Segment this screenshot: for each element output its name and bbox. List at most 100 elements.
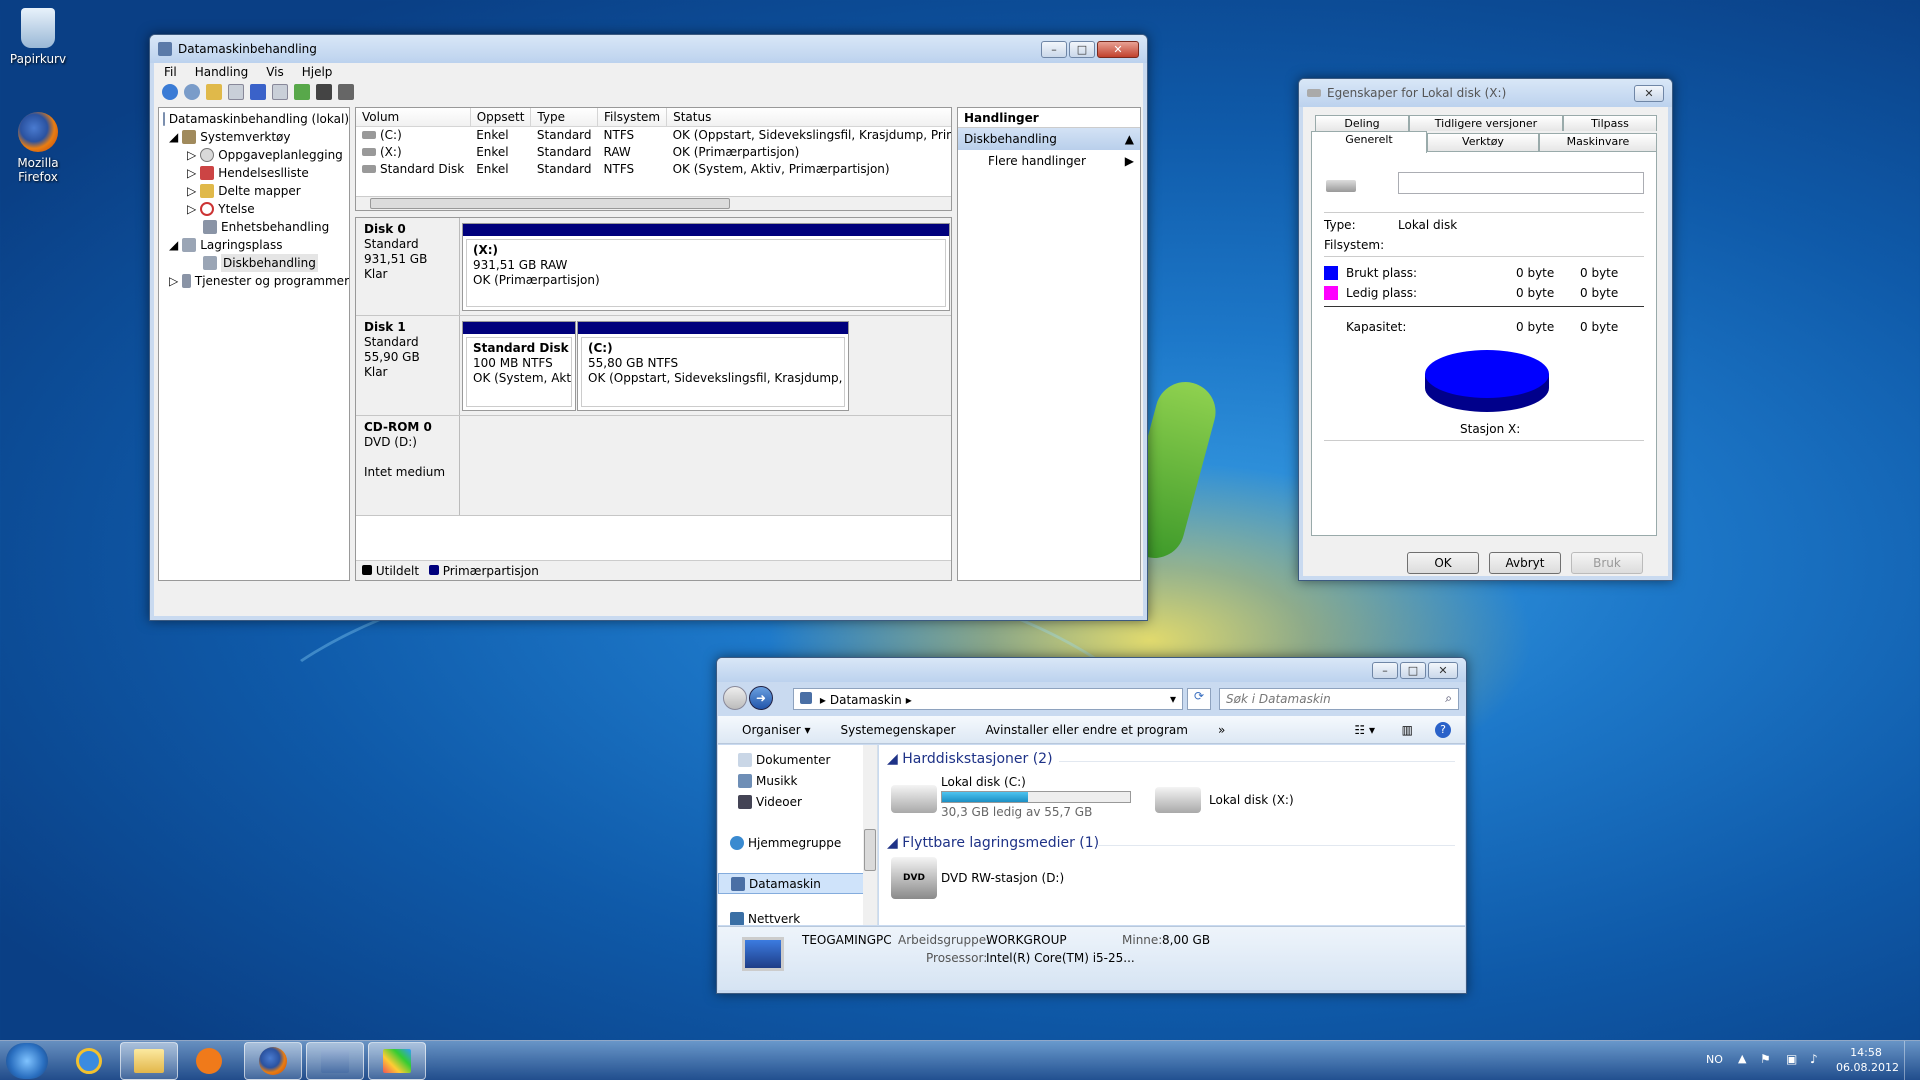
recycle-bin-desktop-icon[interactable]: Papirkurv bbox=[0, 8, 76, 66]
taskbar-internet-explorer[interactable] bbox=[60, 1042, 118, 1080]
disk-1-row[interactable]: Disk 1 Standard 55,90 GB Klar Standard D… bbox=[356, 316, 951, 416]
show-hide-actions-icon[interactable] bbox=[272, 84, 288, 100]
taskbar-computer-management[interactable] bbox=[306, 1042, 364, 1080]
volume-label-input[interactable] bbox=[1398, 172, 1644, 194]
forward-button[interactable]: ➜ bbox=[749, 686, 773, 710]
column-header-layout[interactable]: Oppsett bbox=[470, 108, 532, 127]
tree-item-computer-management[interactable]: Datamaskinbehandling (lokal) bbox=[159, 110, 349, 128]
partition-system-reserved[interactable]: Standard Disk100 MB NTFSOK (System, Akti… bbox=[462, 321, 576, 411]
dialog-title-bar[interactable]: Egenskaper for Lokal disk (X:) ✕ bbox=[1299, 79, 1672, 107]
taskbar-explorer[interactable] bbox=[120, 1042, 178, 1080]
tab-tools[interactable]: Verktøy bbox=[1427, 133, 1539, 151]
nav-item-homegroup[interactable]: Hjemmegruppe bbox=[718, 832, 877, 853]
nav-scrollbar[interactable] bbox=[863, 745, 877, 925]
tree-item-services-apps[interactable]: ▷ Tjenester og programmer bbox=[159, 272, 349, 290]
cancel-button[interactable]: Avbryt bbox=[1489, 552, 1561, 574]
refresh-icon[interactable] bbox=[294, 84, 310, 100]
tree-item-shared-folders[interactable]: ▷ Delte mapper bbox=[159, 182, 349, 200]
scrollbar-thumb[interactable] bbox=[370, 198, 730, 209]
organize-button[interactable]: Organiser ▾ bbox=[742, 723, 811, 737]
firefox-desktop-icon[interactable]: Mozilla Firefox bbox=[0, 112, 76, 184]
expand-arrow-icon[interactable]: ▷ bbox=[187, 182, 196, 200]
nav-item-computer[interactable]: Datamaskin bbox=[718, 873, 877, 894]
horizontal-scrollbar[interactable] bbox=[356, 196, 951, 210]
expand-arrow-icon[interactable]: ▷ bbox=[169, 272, 178, 290]
taskbar-paint[interactable] bbox=[368, 1042, 426, 1080]
tab-previous-versions[interactable]: Tidligere versjoner bbox=[1409, 115, 1563, 131]
minimize-button[interactable]: – bbox=[1041, 40, 1067, 58]
menu-action[interactable]: Handling bbox=[195, 65, 249, 79]
cdrom-info[interactable]: CD-ROM 0 DVD (D:) Intet medium bbox=[356, 416, 460, 515]
help-icon[interactable]: ? bbox=[1435, 721, 1451, 738]
help-icon[interactable] bbox=[250, 84, 266, 100]
close-button[interactable]: ✕ bbox=[1428, 661, 1458, 679]
drive-x-item[interactable]: Lokal disk (X:) bbox=[1209, 793, 1294, 807]
cdrom-row[interactable]: CD-ROM 0 DVD (D:) Intet medium bbox=[356, 416, 951, 516]
nav-item-documents[interactable]: Dokumenter bbox=[718, 749, 877, 770]
apply-button[interactable]: Bruk bbox=[1571, 552, 1643, 574]
start-button[interactable] bbox=[6, 1043, 48, 1079]
taskbar-firefox[interactable] bbox=[244, 1042, 302, 1080]
scrollbar-thumb[interactable] bbox=[864, 829, 876, 871]
close-button[interactable]: ✕ bbox=[1634, 84, 1664, 102]
export-list-icon[interactable] bbox=[338, 84, 354, 100]
menu-help[interactable]: Hjelp bbox=[302, 65, 333, 79]
group-hard-drives[interactable]: ◢ Harddiskstasjoner (2) bbox=[887, 751, 1053, 767]
ok-button[interactable]: OK bbox=[1407, 552, 1479, 574]
view-options-icon[interactable]: ☷ ▾ bbox=[1354, 723, 1375, 737]
address-bar[interactable]: ▸ Datamaskin ▸ ▾ bbox=[793, 688, 1183, 710]
language-indicator[interactable]: NO bbox=[1706, 1053, 1723, 1066]
nav-item-network[interactable]: Nettverk bbox=[718, 908, 877, 925]
collapse-triangle-icon[interactable]: ▲ bbox=[1125, 132, 1134, 146]
network-icon[interactable]: ▣ bbox=[1786, 1052, 1797, 1066]
more-commands-button[interactable]: » bbox=[1218, 723, 1225, 737]
volume-row[interactable]: Standard Disk Enkel Standard NTFS OK (System… bbox=[356, 161, 951, 178]
expand-arrow-icon[interactable]: ▷ bbox=[187, 146, 196, 164]
taskbar-media-player[interactable] bbox=[180, 1042, 238, 1080]
tree-item-performance[interactable]: ▷ Ytelse bbox=[159, 200, 349, 218]
forward-arrow-icon[interactable] bbox=[184, 84, 200, 100]
partition-x[interactable]: (X:) 931,51 GB RAW OK (Primærpartisjon) bbox=[462, 223, 950, 311]
tab-general[interactable]: Generelt bbox=[1311, 131, 1427, 153]
column-header-type[interactable]: Type bbox=[530, 108, 599, 127]
tree-item-task-scheduler[interactable]: ▷ Oppgaveplanlegging bbox=[159, 146, 349, 164]
partition-c[interactable]: (C:) 55,80 GB NTFS OK (Oppstart, Sideveksl… bbox=[577, 321, 849, 411]
clock[interactable]: 14:58 06.08.2012 bbox=[1836, 1045, 1899, 1075]
collapse-arrow-icon[interactable]: ◢ bbox=[169, 236, 178, 254]
maximize-button[interactable]: □ bbox=[1069, 40, 1095, 58]
tree-item-disk-management[interactable]: Diskbehandling bbox=[159, 254, 349, 272]
show-desktop-button[interactable] bbox=[1904, 1041, 1920, 1080]
address-dropdown-icon[interactable]: ▾ bbox=[1170, 692, 1176, 706]
volume-row[interactable]: (X:) Enkel Standard RAW OK (Primærpartisjon) bbox=[356, 144, 951, 161]
title-bar[interactable]: Datamaskinbehandling – □ ✕ bbox=[150, 35, 1147, 63]
tree-item-system-tools[interactable]: ◢ Systemverktøy bbox=[159, 128, 349, 146]
tree-item-event-viewer[interactable]: ▷ Hendelseslliste bbox=[159, 164, 349, 182]
volume-row[interactable]: (C:) Enkel Standard NTFS OK (Oppstart, Sidev… bbox=[356, 127, 951, 144]
tab-sharing[interactable]: Deling bbox=[1315, 115, 1409, 131]
actions-section-disk-management[interactable]: Diskbehandling ▲ bbox=[958, 128, 1140, 150]
tab-customize[interactable]: Tilpass bbox=[1563, 115, 1657, 131]
collapse-arrow-icon[interactable]: ◢ bbox=[169, 128, 178, 146]
action-center-flag-icon[interactable]: ⚑ bbox=[1760, 1052, 1771, 1066]
menu-view[interactable]: Vis bbox=[266, 65, 284, 79]
maximize-button[interactable]: □ bbox=[1400, 661, 1426, 679]
dvd-drive-item[interactable]: DVD RW-stasjon (D:) bbox=[941, 871, 1064, 885]
disk-1-info[interactable]: Disk 1 Standard 55,90 GB Klar bbox=[356, 316, 460, 415]
back-arrow-icon[interactable] bbox=[162, 84, 178, 100]
volume-icon[interactable]: ♪ bbox=[1810, 1052, 1818, 1066]
uninstall-program-button[interactable]: Avinstaller eller endre et program bbox=[986, 723, 1188, 737]
column-header-filesystem[interactable]: Filsystem bbox=[597, 108, 668, 127]
group-removable-storage[interactable]: ◢ Flyttbare lagringsmedier (1) bbox=[887, 835, 1099, 851]
tree-item-device-manager[interactable]: Enhetsbehandling bbox=[159, 218, 349, 236]
show-hidden-icons[interactable]: ▲ bbox=[1738, 1052, 1746, 1065]
search-box[interactable]: Søk i Datamaskin ⌕ bbox=[1219, 688, 1459, 710]
more-actions-item[interactable]: Flere handlinger ▶ bbox=[958, 150, 1140, 172]
nav-item-music[interactable]: Musikk bbox=[718, 770, 877, 791]
close-button[interactable]: ✕ bbox=[1097, 40, 1139, 58]
tab-hardware[interactable]: Maskinvare bbox=[1539, 133, 1657, 151]
expand-arrow-icon[interactable]: ▷ bbox=[187, 164, 196, 182]
tree-item-storage[interactable]: ◢ Lagringsplass bbox=[159, 236, 349, 254]
back-button[interactable] bbox=[723, 686, 747, 710]
preview-pane-icon[interactable]: ▥ bbox=[1402, 723, 1413, 737]
show-hide-tree-icon[interactable] bbox=[228, 84, 244, 100]
